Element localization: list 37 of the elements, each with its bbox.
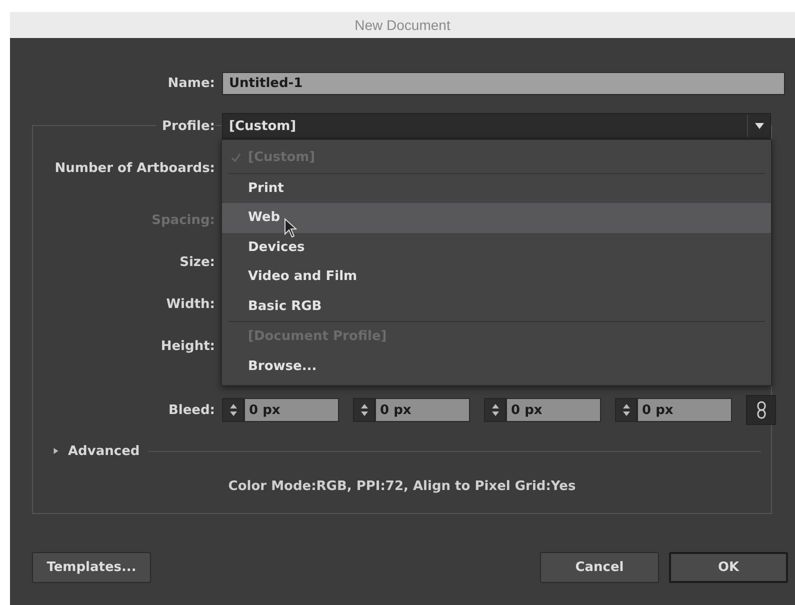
window-title: New Document <box>10 12 795 38</box>
templates-button[interactable]: Templates... <box>32 552 151 583</box>
name-field[interactable]: Untitled-1 <box>222 72 785 95</box>
stepper-arrows[interactable] <box>484 398 506 422</box>
field-label: Width: <box>166 296 215 312</box>
field-label: Size: <box>180 254 215 270</box>
dialog-button[interactable]: Cancel <box>540 552 659 583</box>
field-label: Name: <box>168 76 215 91</box>
checkmark-icon <box>231 153 241 162</box>
bleed-field[interactable]: 0 px <box>637 398 732 422</box>
field-label: Bleed: <box>168 402 215 418</box>
document-summary: Color Mode:RGB, PPI:72, Align to Pixel Grid:Yes <box>227 478 577 496</box>
disclosure-triangle-icon <box>53 447 59 455</box>
menu-item[interactable]: Video and Film <box>222 262 771 292</box>
field-label: Profile: <box>156 118 215 134</box>
up-down-arrows-icon <box>230 403 236 417</box>
up-down-arrows-icon <box>492 403 498 417</box>
bleed-field[interactable]: 0 px <box>244 398 339 422</box>
advanced-toggle[interactable]: Advanced <box>53 444 140 458</box>
stepper-arrows[interactable] <box>353 398 375 422</box>
bleed-field[interactable]: 0 px <box>506 398 601 422</box>
dialog-button[interactable]: OK <box>669 552 788 583</box>
menu-item[interactable]: Browse... <box>222 352 771 381</box>
link-button[interactable] <box>746 395 776 425</box>
chain-link-icon <box>756 401 766 419</box>
field-label: Height: <box>160 338 215 354</box>
mouse-pointer-icon <box>284 218 297 238</box>
stepper-arrows[interactable] <box>222 398 244 422</box>
dropdown-arrow-icon <box>754 123 764 129</box>
menu-item[interactable]: Devices <box>222 232 771 262</box>
menu-item[interactable]: Basic RGB <box>222 292 771 322</box>
stepper-arrows[interactable] <box>615 398 637 422</box>
menu-item[interactable]: Print <box>222 174 771 203</box>
field-label: Number of Artboards: <box>54 160 215 176</box>
up-down-arrows-icon <box>622 403 630 417</box>
bleed-field[interactable]: 0 px <box>375 398 470 422</box>
up-down-arrows-icon <box>360 403 368 417</box>
